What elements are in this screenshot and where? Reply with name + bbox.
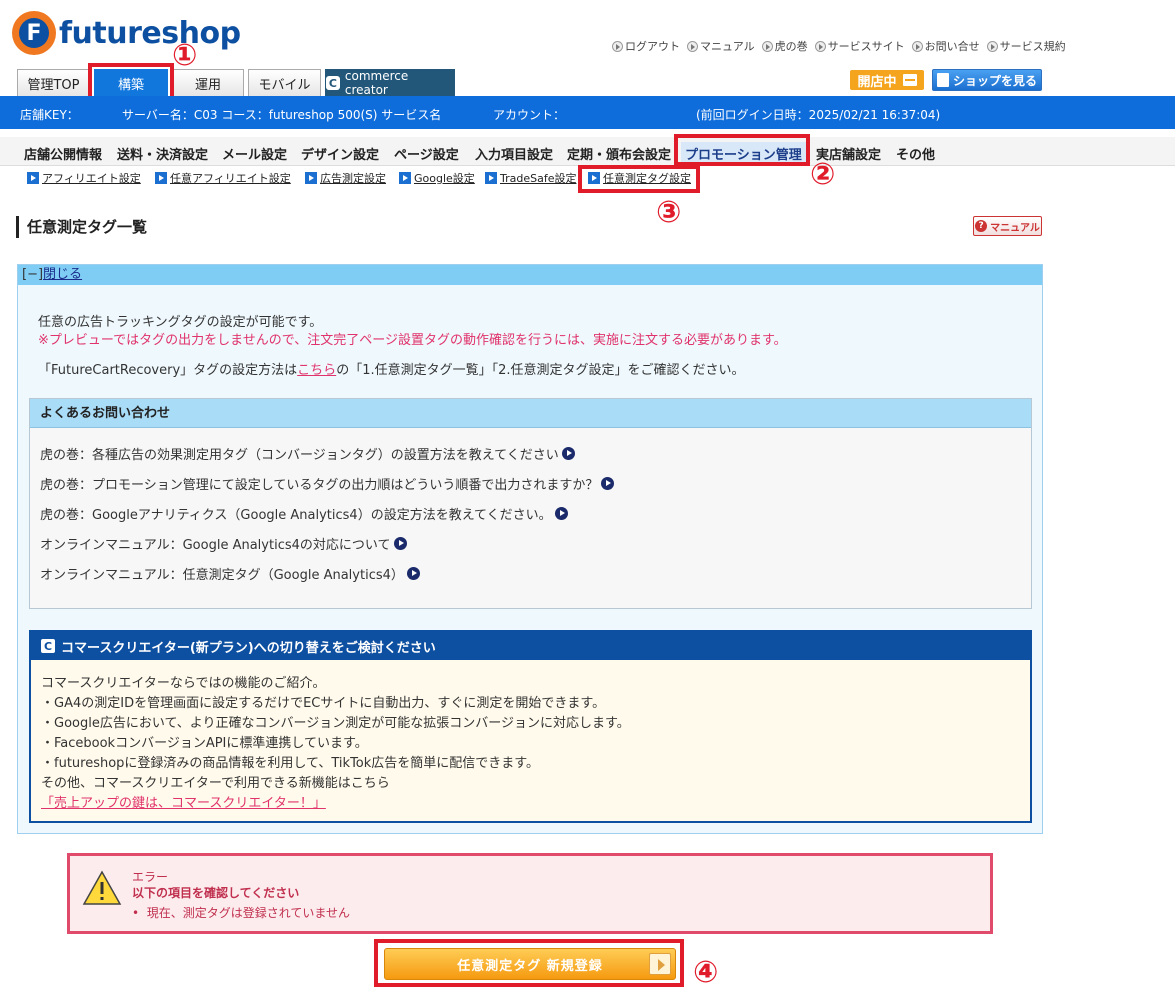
commerce-creator-icon: C <box>326 76 340 90</box>
server-info: サーバー名：C03 コース：futureshop 500(S) サービス名 <box>122 108 442 122</box>
page-title: 任意測定タグ一覧 <box>16 216 147 238</box>
cc-line: ・Google広告において、より正確なコンバージョン測定が可能な拡張コンバージョ… <box>41 716 630 731</box>
menu-subscription[interactable]: 定期・頒布会設定 <box>567 144 671 163</box>
store-key: 店舗KEY： <box>20 108 79 122</box>
cc-line: ・FacebookコンバージョンAPIに標準連携しています。 <box>41 736 368 751</box>
page-icon <box>936 73 949 87</box>
tab-commerce-creator[interactable]: Ccommerce creator <box>325 69 455 97</box>
terms-link[interactable]: サービス規約 <box>986 38 1066 54</box>
arrow-square-icon <box>27 172 39 184</box>
menu-store-info[interactable]: 店舗公開情報 <box>24 144 102 163</box>
info-line-1: 任意の広告トラッキングタグの設定が可能です。 <box>38 315 323 330</box>
store-open-button[interactable]: 開店中 <box>850 70 924 90</box>
logo-text: futureshop <box>59 15 241 51</box>
cc-line: コマースクリエイターならではの機能のご紹介。 <box>41 676 326 691</box>
arrow-square-icon <box>399 172 411 184</box>
arrow-square-icon <box>305 172 317 184</box>
play-arrow-icon <box>393 537 407 550</box>
view-shop-button[interactable]: ショップを見る <box>932 69 1042 91</box>
open-status-icon <box>902 74 917 86</box>
submenu-ad-measurement[interactable]: 広告測定設定 <box>305 170 386 186</box>
tab-operation[interactable]: 運用 <box>172 69 244 96</box>
cc-link-line: 「売上アップの鍵は、コマースクリエイター！」 <box>41 792 326 811</box>
info-line-2: ※プレビューではタグの出力をしませんので、注文完了ページ設置タグの動作確認を行う… <box>38 333 787 348</box>
menu-other[interactable]: その他 <box>896 144 935 163</box>
manual-button[interactable]: ? マニュアル <box>973 216 1042 236</box>
account-info: アカウント： <box>493 108 566 122</box>
faq-title: よくあるお問い合わせ <box>30 399 1031 428</box>
menu-design[interactable]: デザイン設定 <box>301 144 379 163</box>
cc-line: ・futureshopに登録済みの商品情報を利用して、TikTok広告を簡単に配… <box>41 756 539 771</box>
annotation-1: ① <box>172 38 198 73</box>
menu-page[interactable]: ページ設定 <box>394 144 459 163</box>
arrow-icon <box>612 40 623 52</box>
submenu-affiliate[interactable]: アフィリエイト設定 <box>27 170 141 186</box>
arrow-icon <box>911 40 923 52</box>
arrow-icon <box>687 40 698 52</box>
menu-mail[interactable]: メール設定 <box>222 144 287 163</box>
faq-item[interactable]: オンラインマニュアル：任意測定タグ（Google Analytics4） <box>40 564 420 583</box>
play-arrow-icon <box>554 507 568 520</box>
service-site-link[interactable]: サービスサイト <box>814 38 905 54</box>
cc-panel-header: C コマースクリエイター(新プラン)への切り替えをご検討ください <box>31 632 1030 660</box>
faq-item[interactable]: 虎の巻：プロモーション管理にて設定しているタグの出力順はどういう順番で出力されま… <box>40 474 615 493</box>
arrow-square-icon <box>155 172 167 184</box>
menu-shipping-payment[interactable]: 送料・決済設定 <box>117 144 208 163</box>
help-icon: ? <box>975 220 988 232</box>
arrow-icon <box>814 40 826 52</box>
cc-line: その他、コマースクリエイターで利用できる新機能はこちら <box>41 776 390 791</box>
info-line-3: 「FutureCartRecovery」タグの設定方法はこちらの「1.任意測定タ… <box>38 363 745 378</box>
commerce-creator-panel: C コマースクリエイター(新プラン)への切り替えをご検討ください コマースクリエイ… <box>29 630 1032 823</box>
submenu-custom-affiliate[interactable]: 任意アフィリエイト設定 <box>155 170 291 186</box>
account-info-bar: 店舗KEY： サーバー名：C03 コース：futureshop 500(S) サ… <box>0 96 1175 129</box>
play-arrow-icon <box>561 447 575 460</box>
commerce-creator-icon: C <box>41 639 55 653</box>
info-panel: [−]閉じる 任意の広告トラッキングタグの設定が可能です。 ※プレビューではタグ… <box>17 264 1043 834</box>
manual-link[interactable]: マニュアル <box>687 38 755 54</box>
arrow-icon <box>761 40 773 52</box>
faq-item[interactable]: 虎の巻：Googleアナリティクス（Google Analytics4）の設定方… <box>40 504 568 523</box>
tab-admin-top[interactable]: 管理TOP <box>17 69 90 96</box>
annotation-box-2 <box>674 134 810 166</box>
play-arrow-icon <box>601 477 615 490</box>
last-login: (前回ログイン日時：2025/02/21 16:37:04) <box>696 108 941 122</box>
play-arrow-icon <box>406 567 420 580</box>
cc-line: ・GA4の測定IDを管理画面に設定するだけでECサイトに自動出力、すぐに測定を開… <box>41 696 606 711</box>
error-item: • 現在、測定タグは登録されていません <box>132 906 351 920</box>
annotation-2: ② <box>810 157 836 192</box>
annotation-box-4 <box>374 939 684 987</box>
logout-link[interactable]: ログアウト <box>612 38 680 54</box>
faq-panel: よくあるお問い合わせ 虎の巻：各種広告の効果測定用タグ（コンバージョンタグ）の設… <box>29 398 1032 609</box>
contact-link[interactable]: お問い合せ <box>911 38 980 54</box>
main-menu: 店舗公開情報 送料・決済設定 メール設定 デザイン設定 ページ設定 入力項目設定… <box>0 137 1175 166</box>
close-toggle-link[interactable]: 閉じる <box>43 267 82 282</box>
warning-icon <box>82 870 122 905</box>
annotation-4: ④ <box>693 955 719 990</box>
error-box: エラー 以下の項目を確認してください • 現在、測定タグは登録されていません <box>67 853 993 934</box>
faq-item[interactable]: 虎の巻：各種広告の効果測定用タグ（コンバージョンタグ）の設置方法を教えてください <box>40 444 575 463</box>
faq-item[interactable]: オンラインマニュアル：Google Analytics4の対応について <box>40 534 407 553</box>
info-panel-header: [−]閉じる <box>18 265 1042 285</box>
logo-mark-icon: F <box>12 11 56 55</box>
submenu-google[interactable]: Google設定 <box>399 170 475 186</box>
top-links: ログアウト マニュアル 虎の巻 サービスサイト お問い合せ サービス規約 <box>612 38 1066 54</box>
submenu-tradesafe[interactable]: TradeSafe設定 <box>485 170 576 186</box>
annotation-box-3 <box>578 165 700 193</box>
toranomaki-link[interactable]: 虎の巻 <box>761 38 808 54</box>
tab-mobile[interactable]: モバイル <box>248 69 321 96</box>
commerce-creator-link[interactable]: 「売上アップの鍵は、コマースクリエイター！」 <box>41 796 326 811</box>
error-subtitle: 以下の項目を確認してください <box>132 886 300 900</box>
error-title: エラー <box>132 870 169 884</box>
futureshop-logo[interactable]: F futureshop <box>12 10 241 56</box>
arrow-icon <box>986 40 998 52</box>
annotation-box-1 <box>88 63 174 100</box>
annotation-3: ③ <box>656 195 682 230</box>
here-link[interactable]: こちら <box>297 363 336 378</box>
arrow-square-icon <box>485 172 497 184</box>
menu-input-fields[interactable]: 入力項目設定 <box>475 144 553 163</box>
